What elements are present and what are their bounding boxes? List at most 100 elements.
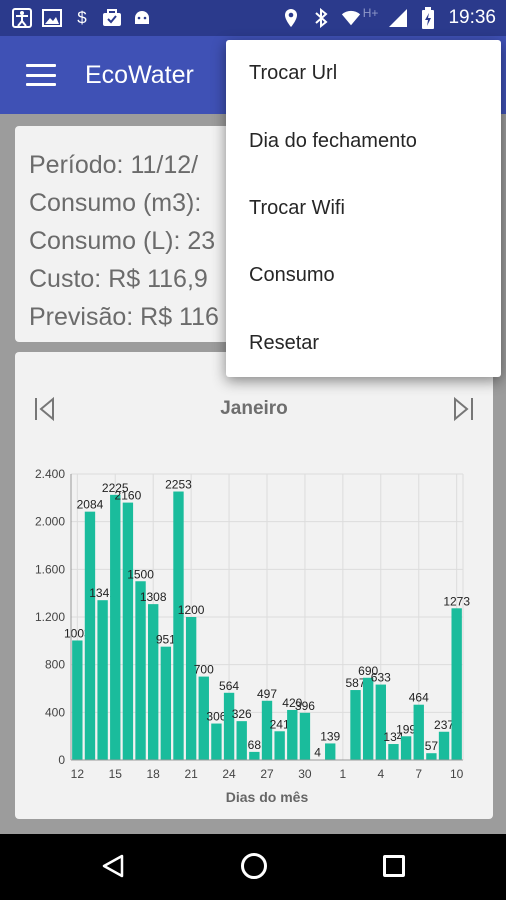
y-tick-label: 800 (45, 658, 65, 672)
chart-bar (325, 743, 336, 760)
menu-item-dia-do-fechamento[interactable]: Dia do fechamento (226, 107, 501, 174)
bar-value-label: 497 (257, 687, 277, 701)
bar-value-label: 2084 (77, 498, 104, 512)
bar-value-label: 1200 (178, 603, 205, 617)
chart-bar (426, 753, 437, 760)
chart-bar (451, 608, 462, 760)
chart-bar (299, 712, 311, 760)
x-tick-label: 1 (340, 767, 347, 781)
bar-value-label: 633 (371, 671, 391, 685)
chart-bar (413, 704, 424, 760)
bar-value-label: 564 (219, 679, 239, 693)
app-title: EcoWater (85, 60, 194, 89)
bar-value-label: 57 (425, 739, 439, 753)
overflow-menu: Trocar Url Dia do fechamento Trocar Wifi… (226, 40, 501, 377)
chart-bar (375, 684, 386, 760)
chart-month-title: Janeiro (220, 398, 288, 419)
android-icon (132, 8, 152, 28)
chart-bar (148, 604, 159, 760)
chart-bar (122, 502, 134, 760)
chart-bar (287, 709, 298, 760)
menu-item-trocar-url[interactable]: Trocar Url (226, 40, 501, 107)
x-tick-label: 21 (184, 767, 198, 781)
chart-bar (249, 751, 260, 760)
chart-bar (274, 731, 285, 760)
status-bar: $ H+ 19:36 (0, 0, 506, 36)
chart-bar (211, 723, 222, 760)
bar-value-label: 68 (248, 738, 262, 752)
bar-value-label: 139 (320, 729, 340, 743)
x-tick-label: 15 (109, 767, 123, 781)
x-tick-label: 30 (298, 767, 312, 781)
menu-item-trocar-wifi[interactable]: Trocar Wifi (226, 175, 501, 242)
bar-value-label: 464 (409, 691, 429, 705)
briefcase-icon (102, 8, 122, 28)
chart-bar (362, 677, 374, 760)
bar-value-label: 396 (295, 699, 315, 713)
chart-bar (185, 617, 197, 760)
chart-bar (97, 600, 108, 760)
x-tick-label: 10 (450, 767, 464, 781)
chart-bar (72, 640, 83, 760)
chart-bar (160, 646, 172, 760)
y-tick-label: 1.600 (35, 562, 65, 576)
consumption-bar-chart: 0 400 800 1.200 1.600 2.000 2.400 12 15 18 21 24 27 3… (35, 467, 470, 805)
bar-value-label: 199 (396, 722, 416, 736)
x-tick-label: 24 (222, 767, 236, 781)
chart-bar (388, 744, 399, 760)
bar-value-label: 237 (434, 718, 454, 732)
bar-value-label: 1273 (443, 594, 470, 608)
chart-bar (135, 581, 146, 760)
bar-value-label: 700 (194, 663, 214, 677)
home-icon[interactable] (241, 853, 267, 879)
wifi-icon (341, 8, 361, 28)
x-tick-label: 4 (377, 767, 384, 781)
chart-bar (236, 721, 247, 760)
chart-bar (350, 690, 361, 760)
back-icon[interactable] (101, 854, 125, 878)
bar-value-label: 1500 (127, 567, 154, 581)
next-month-icon[interactable] (453, 396, 475, 422)
chart-bar (173, 491, 184, 760)
x-tick-label: 12 (71, 767, 85, 781)
image-icon (42, 8, 62, 28)
bar-value-label: 2253 (165, 478, 192, 492)
bar-value-label: 326 (232, 707, 252, 721)
bar-value-label: 241 (270, 717, 290, 731)
chart-navigation: Janeiro (15, 388, 493, 432)
x-tick-label: 18 (147, 767, 161, 781)
bar-value-label: 4 (314, 746, 321, 760)
chart-bar (400, 736, 412, 760)
hamburger-menu-icon[interactable] (26, 64, 56, 86)
bar-value-label: 306 (206, 710, 226, 724)
y-tick-label: 2.000 (35, 515, 65, 529)
accessibility-icon (12, 8, 32, 28)
network-type-label: H+ (362, 6, 379, 20)
menu-item-resetar[interactable]: Resetar (226, 310, 501, 377)
dollar-icon: $ (77, 8, 87, 27)
location-icon (281, 8, 301, 28)
signal-icon (388, 8, 408, 28)
menu-item-consumo[interactable]: Consumo (226, 242, 501, 309)
x-tick-label: 7 (415, 767, 422, 781)
bluetooth-icon (311, 8, 331, 28)
chart-card: Janeiro 0 400 800 1.200 1.600 2.000 2.400 12 15 1… (15, 352, 493, 819)
recent-apps-icon[interactable] (383, 855, 405, 877)
y-tick-label: 1.200 (35, 610, 65, 624)
clock: 19:36 (448, 7, 496, 28)
battery-icon (418, 7, 438, 29)
y-tick-label: 0 (58, 753, 65, 767)
chart-bar (110, 494, 121, 760)
system-navigation-bar (0, 834, 506, 900)
y-tick-label: 2.400 (35, 467, 65, 481)
y-tick-label: 400 (45, 705, 65, 719)
chart-bar (84, 511, 96, 760)
bar-value-label: 951 (156, 633, 176, 647)
bar-value-label: 2160 (115, 489, 142, 503)
chart-bar (438, 731, 450, 760)
x-axis-title: Dias do mês (226, 789, 309, 805)
chart-bar (223, 692, 235, 760)
x-tick-label: 27 (260, 767, 274, 781)
bar-value-label: 587 (346, 676, 366, 690)
bar-value-label: 1308 (140, 590, 167, 604)
